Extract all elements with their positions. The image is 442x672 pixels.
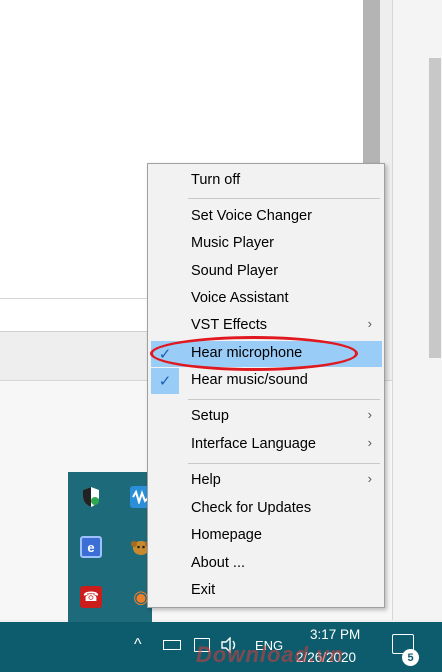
e-app-icon[interactable]: e (80, 536, 102, 558)
volume-icon[interactable] (220, 637, 238, 653)
menu-item-label: Exit (191, 582, 216, 598)
menu-item-vst-effects[interactable]: VST Effects › (151, 313, 382, 339)
clock-date[interactable]: 2/26/2020 (296, 650, 356, 665)
menu-item-label: Music Player (191, 235, 274, 251)
menu-item-sound-player[interactable]: Sound Player (151, 259, 382, 285)
menu-separator (188, 463, 380, 464)
shield-icon[interactable] (80, 486, 102, 508)
menu-item-hear-music-sound[interactable]: ✓ Hear music/sound (151, 368, 382, 394)
submenu-arrow-icon: › (367, 435, 372, 450)
e-app-glyph: e (87, 539, 95, 555)
submenu-arrow-icon: › (367, 407, 372, 422)
right-scrollbar[interactable] (429, 58, 441, 358)
menu-separator (188, 198, 380, 199)
menu-item-label: Interface Language (191, 436, 316, 452)
menu-item-setup[interactable]: Setup › (151, 404, 382, 430)
menu-item-label: Setup (191, 408, 229, 424)
menu-item-label: Homepage (191, 527, 262, 543)
menu-item-label: Hear microphone (191, 345, 303, 361)
menu-item-label: VST Effects (191, 317, 268, 333)
right-side-panel (392, 0, 442, 620)
menu-item-music-player[interactable]: Music Player (151, 231, 382, 257)
menu-item-label: Hear music/sound (191, 372, 308, 388)
menu-item-label: Turn off (191, 172, 241, 188)
menu-item-label: About ... (191, 555, 246, 571)
menu-item-help[interactable]: Help › (151, 468, 382, 494)
top-panel-scrollbar[interactable] (363, 0, 380, 168)
language-indicator[interactable]: ENG (255, 638, 283, 653)
menu-item-voice-assistant[interactable]: Voice Assistant (151, 286, 382, 312)
submenu-arrow-icon: › (367, 471, 372, 486)
menu-item-interface-language[interactable]: Interface Language › (151, 432, 382, 458)
menu-separator (188, 399, 380, 400)
tray-overflow-flyout: e ☎ ◉ (68, 472, 152, 622)
menu-item-homepage[interactable]: Homepage (151, 523, 382, 549)
network-icon[interactable] (194, 638, 210, 652)
voice-changer-context-menu: Turn off Set Voice Changer Music Player … (147, 163, 385, 608)
menu-item-turn-off[interactable]: Turn off (151, 168, 382, 194)
phone-icon[interactable]: ☎ (80, 586, 102, 608)
taskbar: ^ ENG 3:17 PM 2/26/2020 5 Download.vn (0, 622, 442, 672)
menu-item-exit[interactable]: Exit (151, 578, 382, 604)
battery-icon[interactable] (163, 640, 181, 650)
checkmark-icon: ✓ (151, 368, 179, 394)
menu-item-label: Set Voice Changer (191, 208, 312, 224)
menu-item-hear-microphone[interactable]: ✓ Hear microphone (151, 341, 382, 367)
menu-item-label: Check for Updates (191, 500, 312, 516)
phone-glyph: ☎ (82, 589, 100, 604)
menu-item-label: Help (191, 472, 221, 488)
menu-item-label: Voice Assistant (191, 290, 289, 306)
clock-time[interactable]: 3:17 PM (310, 627, 360, 642)
menu-item-set-voice-changer[interactable]: Set Voice Changer (151, 204, 382, 230)
checkmark-icon: ✓ (151, 341, 179, 367)
menu-item-about[interactable]: About ... (151, 551, 382, 577)
submenu-arrow-icon: › (367, 316, 372, 331)
menu-item-label: Sound Player (191, 263, 279, 279)
show-hidden-icons-chevron-icon[interactable]: ^ (134, 636, 142, 654)
notification-count-badge: 5 (402, 649, 419, 666)
menu-item-check-for-updates[interactable]: Check for Updates (151, 496, 382, 522)
